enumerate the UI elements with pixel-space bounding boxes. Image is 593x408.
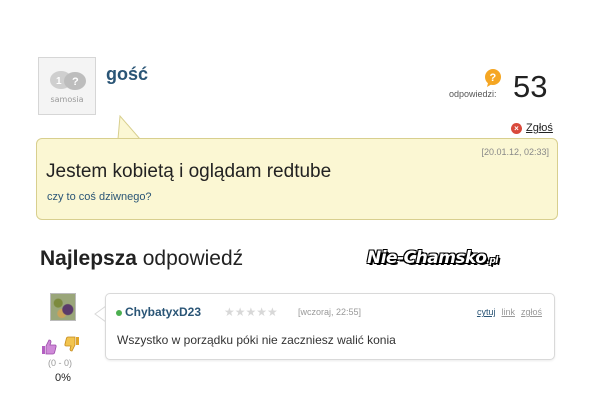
watermark: Nie-Chamsko.pl <box>367 248 498 268</box>
svg-text:?: ? <box>490 72 497 84</box>
report-question-button[interactable]: × Zgłoś <box>511 122 553 134</box>
watermark-main: Nie-Chamsko <box>367 248 487 268</box>
report-answer-link[interactable]: zgłoś <box>521 307 542 317</box>
answers-label: odpowiedzi: <box>449 89 497 99</box>
thumbs-down-icon[interactable] <box>64 336 80 352</box>
vote-percent: 0% <box>55 372 71 384</box>
answers-count: 53 <box>513 69 548 104</box>
svg-text:?: ? <box>72 76 79 88</box>
svg-text:1: 1 <box>56 76 62 87</box>
question-description: czy to coś dziwnego? <box>47 191 152 203</box>
report-label: Zgłoś <box>526 122 553 134</box>
thumbs-up-icon[interactable] <box>41 339 57 355</box>
question-title: Jestem kobietą i oglądam redtube <box>46 161 332 182</box>
quote-link[interactable]: cytuj <box>477 307 496 317</box>
answer-rating-stars: ★★★★★ <box>224 305 278 319</box>
answer-date: [wczoraj, 22:55] <box>298 307 362 317</box>
best-answer-heading: Najlepsza odpowiedź <box>40 247 243 271</box>
answer-author-avatar[interactable] <box>50 293 76 321</box>
question-bubble-icon: ? <box>485 69 501 87</box>
permalink-link[interactable]: link <box>501 307 515 317</box>
question-bubble-tail <box>116 115 142 140</box>
question-date: [20.01.12, 02:33] <box>481 147 549 157</box>
answer-text: Wszystko w porządku póki nie zaczniesz w… <box>117 333 396 347</box>
avatar-logo-text: samosia <box>50 95 84 104</box>
answer-actions: cytuj link zgłoś <box>477 307 542 317</box>
samosia-logo-icon: 1 ? <box>50 71 86 90</box>
best-answer-heading-rest: odpowiedź <box>136 247 244 270</box>
vote-counts: (0 - 0) <box>48 358 73 368</box>
question-avatar[interactable]: 1 ? samosia <box>38 57 96 115</box>
question-box: [20.01.12, 02:33] Jestem kobietą i ogląd… <box>36 138 558 220</box>
question-author[interactable]: gość <box>106 64 148 85</box>
watermark-suffix: .pl <box>486 256 498 266</box>
report-x-icon: × <box>511 122 522 134</box>
best-answer-heading-bold: Najlepsza <box>40 247 137 270</box>
best-answer-box: ChybatyxD23 ★★★★★ [wczoraj, 22:55] cytuj… <box>105 293 555 360</box>
answer-author[interactable]: ChybatyxD23 <box>125 305 201 319</box>
online-status-dot <box>116 310 122 316</box>
